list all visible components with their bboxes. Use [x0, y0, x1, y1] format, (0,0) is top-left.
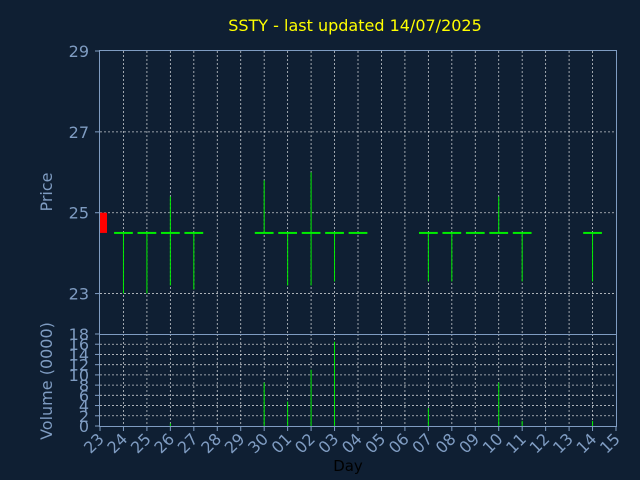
price-tick-label: 25	[69, 204, 89, 223]
x-tick-label: 15	[596, 429, 624, 457]
ohlc-bar	[278, 231, 298, 286]
volume-axis-ticks: 024681012141618	[69, 325, 100, 436]
ohlc-bar	[184, 231, 204, 290]
bars-layer	[100, 172, 602, 426]
ohlc-bar	[254, 180, 274, 234]
price-tick-label: 29	[69, 42, 89, 61]
ohlc-bar	[301, 172, 321, 286]
ohlc-bar	[325, 231, 344, 282]
ohlc-bar	[583, 231, 602, 282]
chart-stage: SSTY - last updated 14/07/2025 23 25 27 29 …	[0, 0, 640, 480]
grid-layer	[100, 51, 616, 426]
ohlc-bar	[489, 196, 509, 234]
ohlc-chart: SSTY - last updated 14/07/2025 23252729 …	[37, 16, 624, 475]
price-axis-label: Price	[37, 172, 56, 211]
ohlc-bar	[442, 231, 462, 282]
chart-title: SSTY - last updated 14/07/2025	[228, 16, 482, 35]
volume-tick-label: 18	[69, 325, 89, 344]
x-axis-ticks: 2324252627282930010203040506070809101112…	[80, 426, 624, 457]
volume-panel-frame	[99, 334, 617, 427]
last-price-marker	[100, 212, 107, 233]
ohlc-bar	[114, 231, 133, 294]
volume-axis-label: Volume (0000)	[37, 322, 56, 440]
ohlc-bar	[160, 196, 180, 286]
price-axis-ticks: 23 25 27 29	[69, 42, 100, 304]
x-axis-title: Day	[333, 457, 363, 475]
ohlc-bar	[418, 231, 438, 282]
price-tick-label: 27	[69, 123, 89, 142]
ohlc-bar	[137, 231, 157, 294]
ohlc-bar	[512, 231, 532, 282]
price-tick-label: 23	[69, 285, 89, 304]
